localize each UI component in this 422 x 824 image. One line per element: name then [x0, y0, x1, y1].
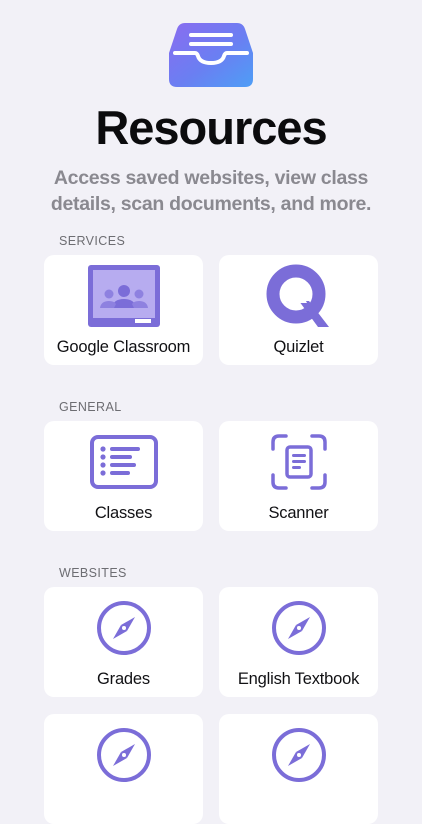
english-textbook-button[interactable]: English Textbook	[219, 587, 378, 697]
website-button[interactable]	[219, 714, 378, 824]
quizlet-icon	[219, 263, 378, 329]
website-button[interactable]	[44, 714, 203, 824]
google-classroom-button[interactable]: Google Classroom	[44, 255, 203, 365]
section-header-services: SERVICES	[59, 234, 126, 248]
card-label: Scanner	[268, 504, 329, 522]
compass-icon	[219, 595, 378, 661]
card-label: English Textbook	[237, 670, 360, 688]
list-icon	[44, 429, 203, 495]
card-label: Grades	[97, 670, 150, 688]
google-classroom-icon	[44, 263, 203, 329]
card-label: Classes	[94, 504, 153, 522]
inbox-tray-icon	[167, 21, 255, 89]
compass-icon	[44, 722, 203, 788]
classes-button[interactable]: Classes	[44, 421, 203, 531]
page-subtitle: Access saved websites, view class detail…	[50, 167, 372, 215]
page-title: Resources	[95, 101, 327, 154]
grades-button[interactable]: Grades	[44, 587, 203, 697]
compass-icon	[44, 595, 203, 661]
card-label: Quizlet	[273, 338, 324, 356]
quizlet-button[interactable]: Quizlet	[219, 255, 378, 365]
section-header-websites: WEBSITES	[59, 566, 127, 580]
scanner-button[interactable]: Scanner	[219, 421, 378, 531]
compass-icon	[219, 722, 378, 788]
card-label: Google Classroom	[56, 338, 191, 356]
section-header-general: GENERAL	[59, 400, 122, 414]
document-scanner-icon	[219, 429, 378, 495]
